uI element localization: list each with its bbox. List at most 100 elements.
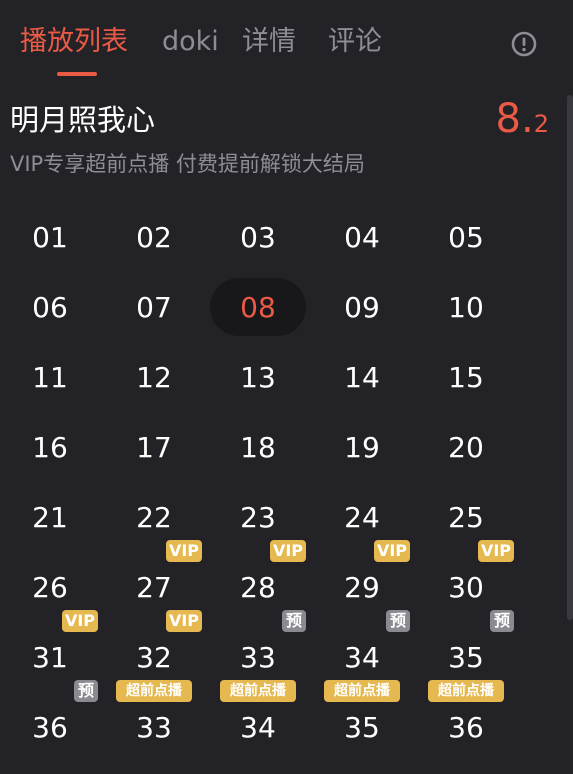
episode-number: 17 (136, 430, 172, 464)
vip-badge: VIP (166, 540, 202, 562)
episode-item[interactable]: 03 (210, 206, 306, 268)
episode-item[interactable]: 35 (418, 626, 514, 688)
episode-number: 06 (32, 290, 68, 324)
episode-item[interactable]: 29 (314, 556, 410, 618)
episode-number: 36 (32, 710, 68, 744)
episode-item[interactable]: 16 (2, 416, 98, 478)
episode-item[interactable]: 17 (106, 416, 202, 478)
episode-number: 27 (136, 570, 172, 604)
episode-number: 08 (240, 290, 276, 324)
tab-doki[interactable]: doki (162, 22, 219, 62)
vip-badge: VIP (478, 540, 514, 562)
episode-number: 11 (32, 360, 68, 394)
episode-number: 28 (240, 570, 276, 604)
episode-number: 01 (32, 220, 68, 254)
episode-item[interactable]: 07 (106, 276, 202, 338)
rating-score: 8.2 (496, 96, 549, 150)
episode-item[interactable]: 26 (2, 556, 98, 618)
tab-bar: 播放列表 doki 详情 评论 (0, 0, 573, 80)
vip-badge: VIP (270, 540, 306, 562)
episode-number: 35 (448, 640, 484, 674)
preview-badge: 预 (490, 610, 514, 632)
episode-item[interactable]: 19 (314, 416, 410, 478)
episode-number: 04 (344, 220, 380, 254)
rating-integer: 8. (495, 96, 534, 142)
episode-item[interactable]: 15 (418, 346, 514, 408)
episode-number: 09 (344, 290, 380, 324)
episode-number: 34 (240, 710, 276, 744)
episode-item[interactable]: 08 (210, 276, 306, 338)
episode-item[interactable]: 14 (314, 346, 410, 408)
episode-number: 25 (448, 500, 484, 534)
episode-number: 10 (448, 290, 484, 324)
episode-item[interactable]: 01 (2, 206, 98, 268)
show-subtitle: VIP专享超前点播 付费提前解锁大结局 (10, 152, 365, 176)
info-circle-icon[interactable] (510, 30, 538, 58)
episode-number: 26 (32, 570, 68, 604)
episode-item[interactable]: 31 (2, 626, 98, 688)
tab-playlist[interactable]: 播放列表 (20, 22, 128, 62)
episode-item[interactable]: 06 (2, 276, 98, 338)
episode-number: 13 (240, 360, 276, 394)
episode-item[interactable]: 33 (210, 626, 306, 688)
preview-badge: 预 (74, 680, 98, 702)
episode-item[interactable]: 11 (2, 346, 98, 408)
episode-number: 33 (240, 640, 276, 674)
episode-number: 20 (448, 430, 484, 464)
episode-item[interactable]: 30 (418, 556, 514, 618)
episode-number: 36 (448, 710, 484, 744)
episode-number: 34 (344, 640, 380, 674)
episode-number: 33 (136, 710, 172, 744)
advance-play-badge: 超前点播 (428, 680, 504, 702)
episode-number: 32 (136, 640, 172, 674)
episode-item[interactable]: 32 (106, 626, 202, 688)
episode-item[interactable]: 34 (314, 626, 410, 688)
episode-item[interactable]: 12 (106, 346, 202, 408)
advance-play-badge: 超前点播 (324, 680, 400, 702)
episode-item[interactable]: 20 (418, 416, 514, 478)
episode-number: 19 (344, 430, 380, 464)
scrollbar[interactable] (567, 95, 573, 620)
episode-item[interactable]: 18 (210, 416, 306, 478)
tab-details[interactable]: 详情 (242, 22, 296, 62)
active-tab-indicator (57, 72, 97, 76)
episode-number: 35 (344, 710, 380, 744)
preview-badge: 预 (282, 610, 306, 632)
episode-number: 18 (240, 430, 276, 464)
episode-item[interactable]: 25 (418, 486, 514, 548)
vip-badge: VIP (374, 540, 410, 562)
episode-item[interactable]: 35 (314, 696, 410, 758)
episode-number: 14 (344, 360, 380, 394)
episode-item[interactable]: 33 (106, 696, 202, 758)
episode-number: 23 (240, 500, 276, 534)
tab-comments[interactable]: 评论 (328, 22, 382, 62)
episode-item[interactable]: 05 (418, 206, 514, 268)
advance-play-badge: 超前点播 (116, 680, 192, 702)
preview-badge: 预 (386, 610, 410, 632)
episode-item[interactable]: 04 (314, 206, 410, 268)
episode-item[interactable]: 13 (210, 346, 306, 408)
episode-item[interactable]: 10 (418, 276, 514, 338)
episode-item[interactable]: 22 (106, 486, 202, 548)
episode-number: 12 (136, 360, 172, 394)
episode-item[interactable]: 28 (210, 556, 306, 618)
episode-item[interactable]: 21 (2, 486, 98, 548)
episode-item[interactable]: 09 (314, 276, 410, 338)
episode-item[interactable]: 34 (210, 696, 306, 758)
episode-number: 21 (32, 500, 68, 534)
episode-number: 31 (32, 640, 68, 674)
episode-item[interactable]: 27 (106, 556, 202, 618)
episode-number: 07 (136, 290, 172, 324)
episode-number: 16 (32, 430, 68, 464)
episode-item[interactable]: 36 (418, 696, 514, 758)
episode-item[interactable]: 02 (106, 206, 202, 268)
rating-decimal: 2 (533, 110, 549, 138)
vip-badge: VIP (166, 610, 202, 632)
advance-play-badge: 超前点播 (220, 680, 296, 702)
episode-number: 03 (240, 220, 276, 254)
show-title: 明月照我心 (10, 103, 156, 137)
episode-item[interactable]: 23 (210, 486, 306, 548)
vip-badge: VIP (62, 610, 98, 632)
episode-item[interactable]: 36 (2, 696, 98, 758)
episode-item[interactable]: 24 (314, 486, 410, 548)
